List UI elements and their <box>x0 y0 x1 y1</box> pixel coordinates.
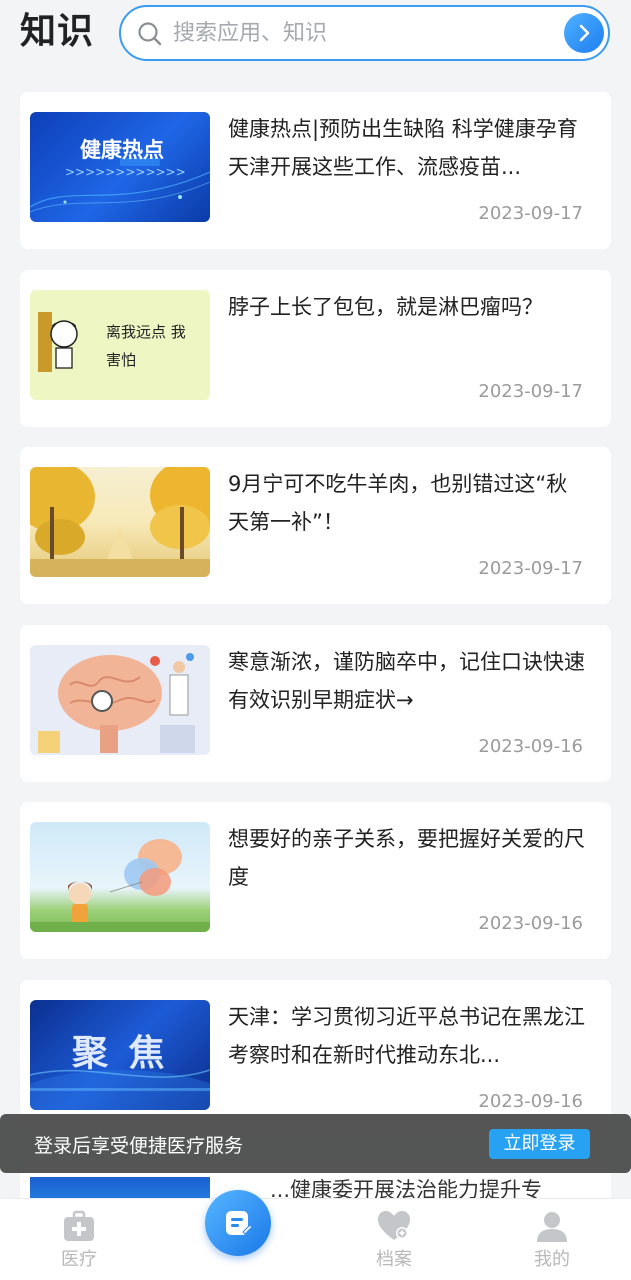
article-card[interactable]: 9月宁可不吃牛羊肉，也别错过这“秋天第一补”！ 2023-09-17 <box>20 447 611 604</box>
tab-medical[interactable]: 医疗 <box>29 1205 129 1275</box>
article-title: 9月宁可不吃牛羊肉，也别错过这“秋天第一补”！ <box>228 472 568 534</box>
search-box[interactable] <box>119 5 610 61</box>
banner-text: 聚 焦 <box>72 1033 169 1074</box>
article-title: 想要好的亲子关系，要把握好关爱的尺度 <box>228 827 585 889</box>
article-date: 2023-09-17 <box>478 558 583 579</box>
article-title: 脖子上长了包包，就是淋巴瘤吗？ <box>228 295 543 319</box>
meme-image: 离我远点 我害怕 <box>30 290 210 400</box>
article-title: 天津：学习贯彻习近平总书记在黑龙江考察时和在新时代推动东北... <box>228 1005 585 1067</box>
child-balloon-illustration <box>30 822 210 932</box>
svg-text:>>>>>>>>>>>>: >>>>>>>>>>>> <box>65 165 186 179</box>
search-submit-button[interactable] <box>564 13 604 53</box>
note-edit-icon <box>226 1211 253 1235</box>
article-card[interactable]: 寒意渐浓，谨防脑卒中，记住口诀快速有效识别早期症状→ 2023-09-16 <box>20 625 611 782</box>
tab-mine[interactable]: 我的 <box>502 1205 602 1275</box>
tab-records[interactable]: 档案 <box>344 1205 444 1275</box>
article-date: 2023-09-16 <box>478 913 583 934</box>
user-icon <box>537 1212 567 1242</box>
health-hotspot-banner: >>>>>>>>>>>> 健康热点 <box>30 112 210 222</box>
article-date: 2023-09-16 <box>478 1091 583 1112</box>
bottom-tab-bar: 医疗 档案 我的 <box>0 1198 631 1280</box>
tab-label: 我的 <box>534 1249 570 1270</box>
article-title: 健康热点|预防出生缺陷 科学健康孕育 天津开展这些工作、流感疫苗... <box>228 117 578 179</box>
focus-banner: 聚 焦 <box>30 1000 210 1110</box>
header: 知识 <box>0 0 631 70</box>
article-date: 2023-09-16 <box>478 736 583 757</box>
heart-file-icon <box>378 1211 410 1240</box>
page-title: 知识 <box>20 11 95 52</box>
search-input[interactable] <box>173 17 543 49</box>
article-card[interactable]: 想要好的亲子关系，要把握好关爱的尺度 2023-09-16 <box>20 802 611 959</box>
article-card[interactable]: 离我远点 我害怕 脖子上长了包包，就是淋巴瘤吗？ 2023-09-17 <box>20 270 611 427</box>
article-date: 2023-09-17 <box>478 203 583 224</box>
brain-illustration <box>30 645 210 755</box>
meme-caption: 离我远点 我害怕 <box>106 323 186 369</box>
login-prompt-text: 登录后享受便捷医疗服务 <box>34 1135 244 1157</box>
tab-label: 档案 <box>376 1249 412 1270</box>
autumn-trees-image <box>30 467 210 577</box>
login-button[interactable]: 立即登录 <box>489 1129 590 1159</box>
medical-kit-icon <box>64 1210 94 1241</box>
article-title: 寒意渐浓，谨防脑卒中，记住口诀快速有效识别早期症状→ <box>228 650 585 712</box>
center-action-button[interactable] <box>205 1190 271 1256</box>
article-date: 2023-09-17 <box>478 381 583 402</box>
chevron-right-icon <box>579 24 590 42</box>
banner-text: 健康热点 <box>80 138 164 162</box>
search-icon <box>138 22 162 46</box>
article-card[interactable]: >>>>>>>>>>>> 健康热点 健康热点|预防出生缺陷 科学健康孕育 天津开… <box>20 92 611 249</box>
tab-label: 医疗 <box>61 1249 97 1270</box>
login-prompt-banner: 登录后享受便捷医疗服务 立即登录 <box>0 1114 631 1173</box>
